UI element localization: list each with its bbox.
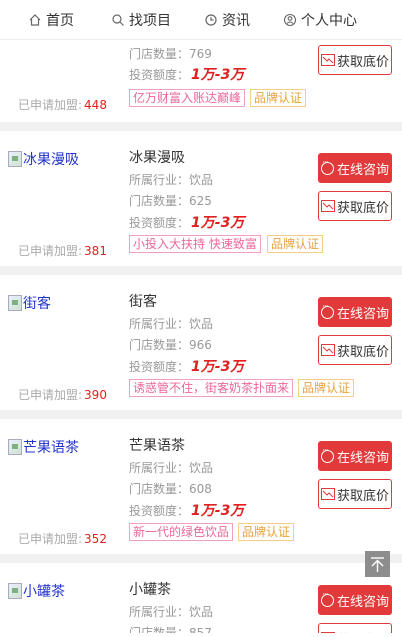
slogan-tag: 亿万财富入账达巅峰 [129,89,246,107]
brand-tag: 品牌认证 [267,235,324,253]
nav-user-center-label: 个人中心 [301,12,357,29]
stores-count: 门店数量：769 [129,47,212,61]
nav-home[interactable]: 首页 [28,10,74,30]
project-card[interactable]: 小罐茶 小罐茶 所属行业：饮品 门店数量：857 在线咨询 获取底价 [0,563,402,633]
industry: 所属行业：饮品 [129,317,214,331]
project-thumbnail[interactable]: 街客 [8,293,118,313]
project-list: 门店数量：769 投资额度： 1万-3万 已申请加盟: 448 亿万财富入账达巅峰 … [0,40,402,633]
project-thumbnail[interactable]: 小罐茶 [8,581,118,601]
nav-news-label: 资讯 [222,12,250,29]
applied-count: 已申请加盟: 381 [18,244,107,258]
stores-count: 门店数量：625 [129,194,212,208]
applied-count: 已申请加盟: 390 [18,388,107,402]
broken-image-icon [8,583,22,599]
chart-icon [320,200,335,212]
slogan-tag: 诱惑管不住，街客奶茶扑面来 [129,379,294,397]
chat-icon [320,590,334,607]
project-card[interactable]: 街客 街客 所属行业：饮品 门店数量：966 投资额度： 1万-3万 已申请加盟:… [0,275,402,410]
user-icon [283,13,297,26]
get-price-button[interactable]: 获取底价 [318,45,392,75]
applied-count: 已申请加盟: 448 [18,98,107,112]
nav-projects-label: 找项目 [129,12,171,29]
online-consult-button[interactable]: 在线咨询 [318,297,392,327]
get-price-button[interactable]: 获取底价 [318,191,392,221]
home-icon [29,13,41,26]
divider [0,122,402,131]
search-icon [112,13,124,26]
invest-range: 投资额度： 1万-3万 [129,215,245,231]
top-nav: 首页 找项目 资讯 个人中心 [0,0,402,40]
divider [0,554,402,563]
get-price-button[interactable]: 获取底价 [318,479,392,509]
industry: 所属行业：饮品 [129,461,214,475]
broken-image-icon [8,439,22,455]
nav-news[interactable]: 资讯 [204,10,250,30]
brand-tag: 品牌认证 [238,523,295,541]
back-to-top-button[interactable] [365,551,390,577]
chart-icon [320,632,335,633]
clock-icon [205,13,217,26]
chat-icon [320,446,334,463]
online-consult-button[interactable]: 在线咨询 [318,441,392,471]
project-card: 门店数量：769 投资额度： 1万-3万 已申请加盟: 448 亿万财富入账达巅峰 … [0,40,402,122]
invest-range: 投资额度： 1万-3万 [129,359,245,375]
project-card[interactable]: 芒果语茶 芒果语茶 所属行业：饮品 门店数量：608 投资额度： 1万-3万 已申… [0,419,402,554]
industry: 所属行业：饮品 [129,605,214,619]
project-name[interactable]: 芒果语茶 [129,435,185,455]
slogan-tag: 小投入大扶持 快速致富 [129,235,261,253]
broken-image-icon [8,151,22,167]
chart-icon [320,488,335,500]
nav-projects[interactable]: 找项目 [111,10,171,30]
stores-count: 门店数量：857 [129,626,212,633]
divider [0,266,402,275]
project-name[interactable]: 街客 [129,291,157,311]
chat-icon [320,302,334,319]
industry: 所属行业：饮品 [129,173,214,187]
project-name[interactable]: 冰果漫吸 [129,147,185,167]
invest-range: 投资额度： 1万-3万 [129,67,245,83]
invest-range: 投资额度： 1万-3万 [129,503,245,519]
get-price-button[interactable]: 获取底价 [318,335,392,365]
get-price-button[interactable]: 获取底价 [318,623,392,633]
brand-tag: 品牌认证 [298,379,355,397]
nav-user-center[interactable]: 个人中心 [283,10,357,30]
project-card[interactable]: 冰果漫吸 冰果漫吸 所属行业：饮品 门店数量：625 投资额度： 1万-3万 已申… [0,131,402,266]
slogan-tag: 新一代的绿色饮品 [129,523,234,541]
stores-count: 门店数量：608 [129,482,212,496]
brand-tag: 品牌认证 [250,89,307,107]
project-thumbnail[interactable]: 芒果语茶 [8,437,118,457]
stores-count: 门店数量：966 [129,338,212,352]
project-thumbnail[interactable]: 冰果漫吸 [8,149,118,169]
nav-home-label: 首页 [46,12,74,29]
chart-icon [320,344,335,356]
project-name[interactable]: 小罐茶 [129,579,171,599]
broken-image-icon [8,295,22,311]
online-consult-button[interactable]: 在线咨询 [318,585,392,615]
chat-icon [320,158,334,175]
arrow-up-icon [371,556,384,572]
divider [0,410,402,419]
chart-icon [320,54,335,66]
online-consult-button[interactable]: 在线咨询 [318,153,392,183]
applied-count: 已申请加盟: 352 [18,532,107,546]
